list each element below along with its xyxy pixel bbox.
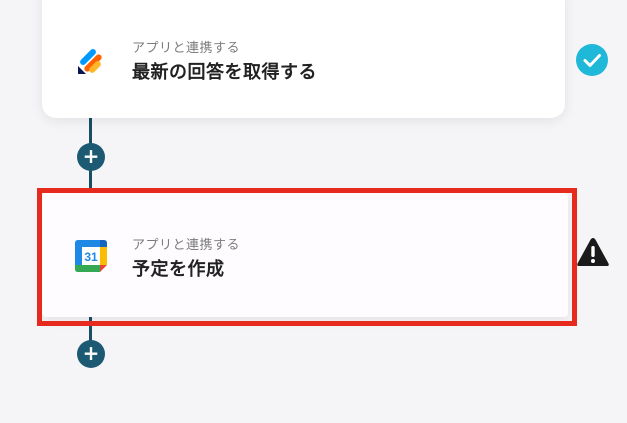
google-calendar-icon: 31 [75,240,107,272]
step-card-create-event[interactable]: 31 アプリと連携する 予定を作成 [42,193,568,317]
add-step-button[interactable]: + [77,340,105,368]
jotform-icon [78,49,102,74]
add-step-button[interactable]: + [77,143,105,171]
check-circle-icon [576,44,608,76]
step-subtitle: アプリと連携する [132,41,241,56]
step-card-get-latest-answer[interactable]: アプリと連携する 最新の回答を取得する [42,0,565,118]
calendar-day-label: 31 [84,250,98,264]
warning-triangle-icon [577,238,609,266]
step-title: 予定を作成 [132,259,225,280]
step-subtitle: アプリと連携する [132,238,241,253]
step-title: 最新の回答を取得する [132,62,317,83]
